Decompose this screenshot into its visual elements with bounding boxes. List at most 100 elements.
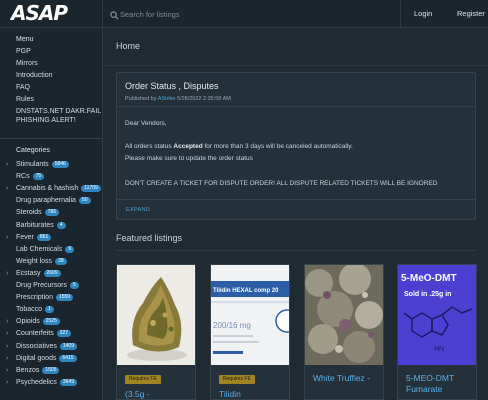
listing-card[interactable]: 5-MeO-DMT Sold in .25g in HN 5-MEO-DMT F… — [397, 264, 477, 400]
category-count-badge: 227 — [56, 330, 72, 338]
category-item[interactable]: Drug paraphernalia 50 — [6, 195, 91, 206]
category-label: Tobacco — [16, 306, 43, 314]
category-count-badge: 2609 — [43, 269, 61, 277]
announcement-card: Order Status , Disputes Published by ASt… — [116, 72, 476, 220]
listing-title[interactable]: White Truffiez - — [313, 373, 383, 384]
category-count-badge: 2525 — [42, 318, 60, 326]
chevron-right-icon[interactable]: › — [6, 367, 16, 374]
category-item[interactable]: Prescription 1559 — [6, 292, 74, 303]
cannabis-bud-image — [117, 265, 195, 365]
chevron-right-icon[interactable]: › — [6, 379, 16, 386]
category-count-badge: 3649 — [59, 378, 77, 386]
category-count-badge: 1505 — [42, 366, 60, 374]
menu-item-pgp[interactable]: PGP — [16, 47, 102, 56]
svg-text:ASAP: ASAP — [10, 3, 68, 23]
announcement-text: All orders status — [125, 143, 174, 150]
category-item[interactable]: RCs 75 — [6, 171, 45, 182]
category-label: Lab Chemicals — [16, 245, 63, 253]
category-count-badge: 1559 — [55, 294, 74, 302]
chevron-right-icon[interactable]: › — [6, 355, 16, 362]
listing-card[interactable]: White Truffiez - — [304, 264, 384, 400]
category-item[interactable]: › Psychedelics 3649 — [6, 377, 77, 388]
site-logo[interactable]: ASAP — [10, 3, 72, 23]
category-label: Digital goods — [16, 354, 57, 362]
listing-card[interactable]: Requires FE (3.5g - — [116, 264, 196, 400]
svg-text:HN: HN — [434, 346, 444, 353]
svg-text:5-MeO-DMT: 5-MeO-DMT — [401, 273, 457, 284]
category-item[interactable]: › Opioids 2525 — [6, 316, 60, 327]
category-item[interactable]: › Counterfeits 227 — [6, 328, 72, 339]
category-label: Drug Precursors — [16, 282, 67, 289]
category-count-badge: 28 — [55, 257, 67, 265]
chevron-right-icon[interactable]: › — [6, 343, 16, 350]
category-item[interactable]: › Digital goods 6415 — [6, 353, 77, 364]
category-count-badge: 75 — [32, 173, 45, 181]
category-item[interactable]: Steroids 786 — [6, 207, 60, 218]
category-count-badge: 5846 — [51, 161, 69, 168]
category-label: Counterfeits — [16, 330, 54, 338]
category-label: Weight loss — [16, 257, 53, 265]
category-item[interactable]: Barbiturates 4 — [6, 220, 66, 231]
requires-fe-badge: Requires FE — [219, 375, 255, 384]
menu-item-faq[interactable]: FAQ — [16, 83, 102, 92]
chevron-right-icon[interactable]: › — [6, 318, 16, 325]
chevron-right-icon[interactable]: › — [6, 234, 16, 241]
category-item[interactable]: › Benzos 1505 — [6, 365, 60, 376]
category-label: Dissociatives — [16, 342, 57, 350]
category-count-badge: 11709 — [81, 185, 101, 193]
menu-item-phishing-alert[interactable]: DNSTATS.NET DAKR.FAIL PHISHING ALERT! — [16, 107, 102, 125]
category-label: Ecstasy — [16, 269, 41, 277]
author-link[interactable]: AStrike — [158, 96, 176, 102]
announcement-header: Order Status , Disputes Published by ASt… — [117, 73, 475, 107]
category-count-badge: 9 — [65, 245, 75, 253]
announcement-meta: Published by AStrike 5/28/2022 2:35:58 A… — [125, 96, 231, 102]
listing-title[interactable]: Tilidin — [219, 389, 289, 399]
svg-text:Sold in .25g in: Sold in .25g in — [404, 291, 451, 298]
chevron-right-icon[interactable]: › — [6, 161, 16, 168]
chevron-right-icon[interactable]: › — [6, 330, 16, 337]
expand-button[interactable]: EXPAND — [126, 207, 150, 213]
featured-heading: Featured listings — [116, 233, 183, 243]
top-bar: ASAP Login Register — [0, 0, 488, 28]
svg-text:Tilidin HEXAL comp 20: Tilidin HEXAL comp 20 — [213, 288, 279, 294]
category-label: Cannabis & hashish — [16, 185, 79, 193]
topbar-divider — [102, 0, 103, 28]
category-count-badge: 6415 — [59, 354, 77, 362]
category-item[interactable]: Tobacco 1 — [6, 304, 54, 315]
tilidin-box-image: Tilidin HEXAL comp 20 200/16 mg — [211, 265, 289, 365]
category-item[interactable]: › Stimulants 5846 — [6, 159, 69, 170]
category-item[interactable]: › Cannabis & hashish 11709 — [6, 183, 101, 194]
listing-card[interactable]: Tilidin HEXAL comp 20 200/16 mg Requires… — [210, 264, 290, 400]
category-count-badge: 5 — [69, 282, 79, 289]
listing-title[interactable]: 5-MEO-DMT Fumarate — [406, 373, 476, 395]
announcement-greeting: Dear Vendors, — [125, 120, 167, 127]
register-link[interactable]: Register — [457, 9, 485, 18]
category-count-badge: 861 — [36, 233, 52, 241]
category-count-badge: 786 — [44, 209, 60, 217]
category-label: Psychedelics — [16, 378, 57, 386]
categories-heading: Categories — [16, 147, 50, 154]
search-input[interactable] — [120, 6, 320, 22]
category-item[interactable]: › Fever 861 — [6, 232, 52, 243]
menu-item-rules[interactable]: Rules — [16, 95, 102, 104]
category-item[interactable]: Lab Chemicals 9 — [6, 244, 75, 255]
login-link[interactable]: Login — [414, 9, 432, 18]
cannabis-closeup-image — [305, 265, 383, 365]
category-item[interactable]: › Ecstasy 2609 — [6, 268, 61, 279]
chevron-right-icon[interactable]: › — [6, 270, 16, 277]
menu-item-introduction[interactable]: Introduction — [16, 71, 102, 80]
publish-date: 5/28/2022 2:35:58 AM — [177, 96, 231, 102]
announcement-line: All orders status Accepted for more than… — [125, 143, 353, 150]
announcement-warning: DON'T CREATE A TICKET FOR DISPUTE ORDER!… — [125, 180, 438, 187]
sidebar-divider — [0, 138, 103, 139]
chevron-right-icon[interactable]: › — [6, 185, 16, 192]
menu-item-mirrors[interactable]: Mirrors — [16, 59, 102, 68]
announcement-bold-text: Accepted — [173, 143, 203, 150]
listing-title[interactable]: (3.5g - — [125, 389, 195, 399]
breadcrumb-home[interactable]: Home — [116, 41, 140, 51]
category-item[interactable]: Drug Precursors 5 — [6, 280, 79, 291]
category-label: Prescription — [16, 294, 53, 302]
category-item[interactable]: › Dissociatives 1409 — [6, 341, 77, 352]
category-item[interactable]: Weight loss 28 — [6, 256, 67, 267]
announcement-line: Please make sure to update the order sta… — [125, 155, 253, 162]
